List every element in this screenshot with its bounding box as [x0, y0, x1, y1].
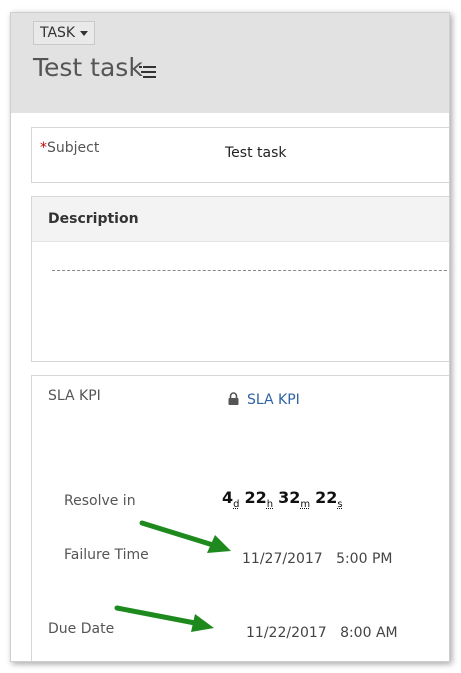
- due-date-time: 8:00 AM: [340, 625, 398, 641]
- lock-icon: [228, 392, 239, 405]
- description-header: Description: [32, 197, 449, 242]
- menu-list-icon[interactable]: [139, 66, 156, 78]
- task-form-window: TASK Test task *Subject Test task Descri…: [10, 12, 450, 662]
- timer-days-unit: d: [233, 499, 240, 511]
- subject-label: *Subject: [40, 140, 99, 156]
- subject-label-text: Subject: [47, 140, 100, 156]
- due-date-label: Due Date: [48, 621, 115, 637]
- timer-minutes: 32: [278, 488, 301, 507]
- timer-hours: 22: [244, 488, 267, 507]
- caret-down-icon: [80, 30, 89, 36]
- resolve-in-timer: 4d 22h 32m 22s: [222, 488, 348, 510]
- sla-kpi-link[interactable]: SLA KPI: [247, 392, 300, 408]
- timer-seconds-unit: s: [337, 499, 343, 511]
- subject-field[interactable]: Test task: [225, 145, 287, 161]
- annotation-arrow-failure-time: [139, 520, 231, 553]
- record-title: Test task: [33, 53, 143, 82]
- timer-days: 4: [222, 488, 234, 507]
- subject-section: *Subject Test task: [31, 127, 449, 183]
- sla-kpi-label: SLA KPI: [48, 388, 101, 404]
- failure-time-time: 5:00 PM: [336, 551, 393, 567]
- timer-minutes-unit: m: [300, 499, 311, 511]
- timer-hours-unit: h: [266, 499, 274, 511]
- timer-seconds: 22: [315, 488, 338, 507]
- failure-time-value: 11/27/2017 5:00 PM: [242, 551, 392, 567]
- due-date-value: 11/22/2017 8:00 AM: [246, 625, 398, 641]
- form-header: TASK Test task: [11, 13, 449, 113]
- annotation-arrow-due-date: [114, 605, 214, 632]
- description-field[interactable]: [52, 270, 449, 271]
- sla-section: SLA KPI SLA KPI Resolve in 4d 22h 32m 22s F…: [31, 375, 449, 661]
- failure-time-date: 11/27/2017: [242, 551, 323, 567]
- resolve-in-label: Resolve in: [64, 493, 136, 509]
- entity-selector-button[interactable]: TASK: [33, 21, 96, 45]
- entity-selector-label: TASK: [40, 25, 76, 41]
- required-marker: *: [40, 140, 47, 156]
- description-section: Description: [31, 196, 449, 362]
- due-date-date: 11/22/2017: [246, 625, 327, 641]
- description-title: Description: [48, 211, 139, 227]
